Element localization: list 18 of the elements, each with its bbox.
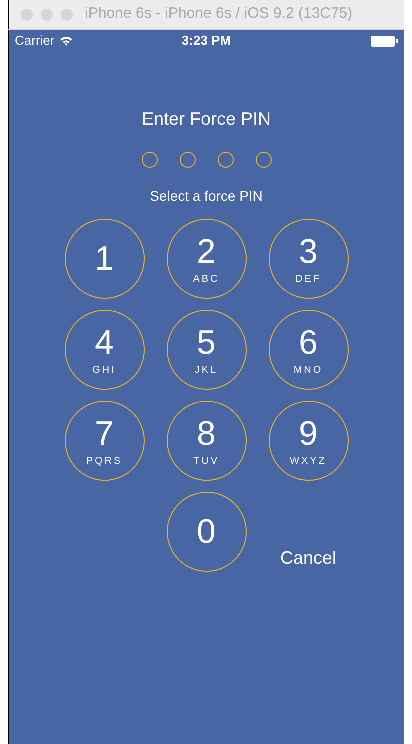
cancel-button[interactable]: Cancel — [280, 545, 337, 572]
screen-title: Enter Force PIN — [142, 108, 272, 131]
keypad-key[interactable]: 0 — [166, 492, 246, 572]
keypad-key[interactable]: 5 JKL — [166, 310, 246, 390]
keypad-key[interactable]: 7 PQRS — [64, 401, 144, 481]
keypad-key[interactable]: 8 TUV — [166, 401, 246, 481]
window-title: iPhone 6s - iPhone 6s / iOS 9.2 (13C75) — [85, 4, 353, 24]
keypad-key[interactable]: 1 — [64, 219, 144, 299]
subtitle: Select a force PIN — [150, 187, 263, 206]
wifi-icon — [60, 36, 73, 46]
keypad-key[interactable]: 2 ABC — [166, 219, 246, 299]
keypad-key[interactable]: 4 GHI — [64, 310, 144, 390]
battery-icon — [370, 36, 398, 46]
keypad-key[interactable]: 9 WXYZ — [268, 401, 348, 481]
status-time: 3:23 PM — [182, 32, 232, 50]
keypad-key[interactable]: 6 MNO — [268, 310, 348, 390]
carrier-label: Carrier — [15, 32, 55, 50]
keypad-key[interactable]: 3 DEF — [268, 219, 348, 299]
